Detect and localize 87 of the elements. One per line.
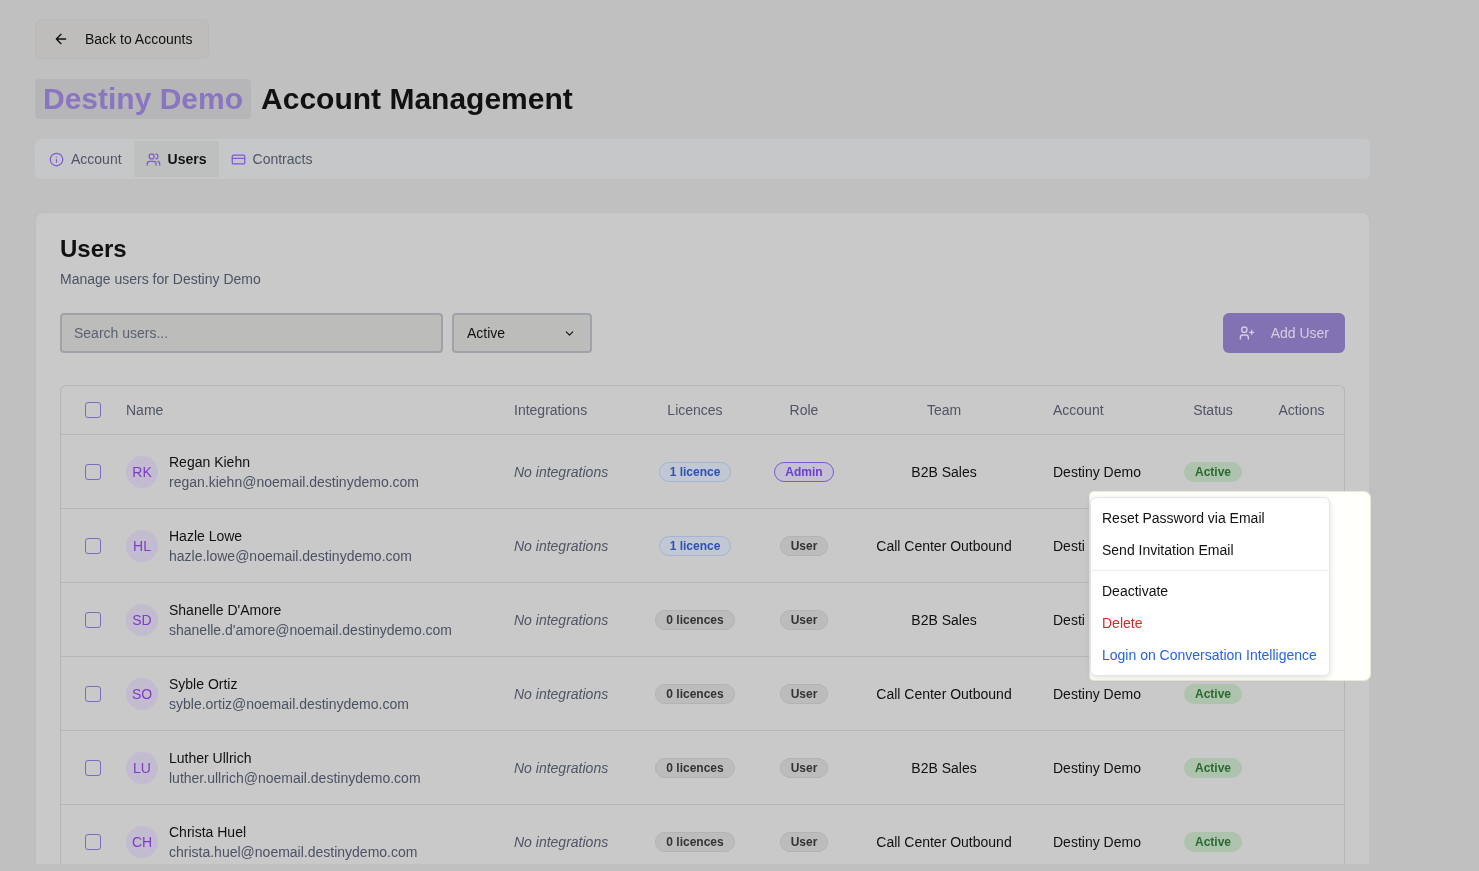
- status-badge: Active: [1184, 757, 1242, 778]
- user-email: shanelle.d'amore@noemail.destinydemo.com: [169, 620, 453, 640]
- team-text: B2B Sales: [911, 759, 977, 776]
- user-plus-icon: [1238, 325, 1255, 341]
- user-email: luther.ullrich@noemail.destinydemo.com: [169, 768, 421, 788]
- credit-card-icon: [230, 151, 246, 167]
- integrations-text: No integrations: [514, 759, 609, 776]
- column-header: Actions: [1277, 402, 1326, 418]
- menu-item[interactable]: Reset Password via Email: [1091, 502, 1329, 534]
- avatar: RK: [126, 455, 158, 488]
- column-header: Role: [788, 402, 820, 418]
- checkbox[interactable]: [85, 611, 101, 628]
- licence-badge: 1 licence: [658, 535, 732, 556]
- team-text: Call Center Outbound: [876, 685, 1012, 702]
- integrations-text: No integrations: [514, 537, 609, 554]
- account-text: Destiny Demo: [1053, 759, 1141, 776]
- checkbox[interactable]: [85, 402, 101, 418]
- licence-badge: 0 licences: [655, 683, 735, 704]
- licence-badge: 0 licences: [655, 757, 735, 778]
- role-badge: User: [779, 535, 829, 556]
- avatar: SD: [126, 603, 158, 636]
- team-text: Call Center Outbound: [876, 537, 1012, 554]
- integrations-text: No integrations: [514, 463, 609, 480]
- column-header: Integrations: [514, 402, 589, 418]
- user-name: Regan Kiehn: [169, 452, 251, 472]
- user-name: Christa Huel: [169, 822, 248, 842]
- avatar: SO: [126, 677, 158, 710]
- user-email: hazle.lowe@noemail.destinydemo.com: [169, 546, 412, 566]
- user-name: Shanelle D'Amore: [169, 600, 283, 620]
- column-header: Team: [925, 402, 963, 418]
- user-name: Hazle Lowe: [169, 526, 244, 546]
- search-field[interactable]: Search users...: [60, 313, 443, 353]
- status-badge: Active: [1184, 683, 1242, 704]
- role-badge: User: [779, 609, 829, 630]
- user-email: regan.kiehn@noemail.destinydemo.com: [169, 472, 419, 492]
- page-title: Account Management: [261, 82, 573, 116]
- account-text: Destiny Demo: [1053, 463, 1141, 480]
- integrations-text: No integrations: [514, 833, 609, 850]
- status-badge: Active: [1184, 831, 1242, 852]
- tab[interactable]: Account: [37, 141, 134, 177]
- integrations-text: No integrations: [514, 611, 609, 628]
- column-header: Name: [126, 402, 165, 418]
- status-badge: Active: [1184, 461, 1242, 482]
- column-header: Account: [1052, 402, 1105, 418]
- tab[interactable]: Users: [133, 141, 219, 177]
- team-text: B2B Sales: [911, 463, 977, 480]
- role-badge: User: [779, 757, 829, 778]
- column-header: Licences: [666, 402, 724, 418]
- section-subtitle: Manage users for Destiny Demo: [60, 271, 262, 287]
- user-name: Luther Ullrich: [169, 748, 253, 768]
- role-badge: User: [779, 683, 829, 704]
- avatar: CH: [126, 825, 158, 858]
- account-text: Desti: [1053, 537, 1085, 554]
- licence-badge: 0 licences: [655, 609, 735, 630]
- avatar: LU: [126, 751, 158, 784]
- avatar: HL: [126, 529, 158, 562]
- menu-item[interactable]: Delete: [1091, 607, 1329, 639]
- licence-badge: 0 licences: [655, 831, 735, 852]
- team-text: Call Center Outbound: [876, 833, 1012, 850]
- column-header: Status: [1192, 402, 1234, 418]
- users-icon: [145, 151, 161, 167]
- role-badge: User: [779, 831, 829, 852]
- integrations-text: No integrations: [514, 685, 609, 702]
- checkbox[interactable]: [85, 685, 101, 702]
- checkbox[interactable]: [85, 537, 101, 554]
- menu-item[interactable]: Login on Conversation Intelligence: [1091, 639, 1329, 671]
- role-badge: Admin: [774, 461, 834, 482]
- user-email: christa.huel@noemail.destinydemo.com: [169, 842, 418, 862]
- checkbox[interactable]: [85, 833, 101, 850]
- account-text: Destiny Demo: [1053, 833, 1141, 850]
- account-text: Destiny Demo: [1053, 685, 1141, 702]
- status-dropdown[interactable]: Active: [452, 313, 592, 353]
- account-text: Desti: [1053, 611, 1085, 628]
- section-heading: Users: [60, 235, 128, 263]
- info-icon: [49, 151, 64, 167]
- arrow-left-icon: [53, 31, 69, 47]
- licence-badge: 1 licence: [658, 461, 732, 482]
- user-name: Syble Ortiz: [169, 674, 239, 694]
- menu-item[interactable]: Deactivate: [1091, 575, 1329, 607]
- tab[interactable]: Contracts: [218, 141, 325, 177]
- back-button[interactable]: Back to Accounts: [35, 19, 210, 59]
- user-email: syble.ortiz@noemail.destinydemo.com: [169, 694, 409, 714]
- menu-item[interactable]: Send Invitation Email: [1091, 534, 1329, 566]
- checkbox[interactable]: [85, 759, 101, 776]
- team-text: B2B Sales: [911, 611, 977, 628]
- checkbox[interactable]: [85, 463, 101, 480]
- account-name-tag: Destiny Demo: [35, 79, 252, 119]
